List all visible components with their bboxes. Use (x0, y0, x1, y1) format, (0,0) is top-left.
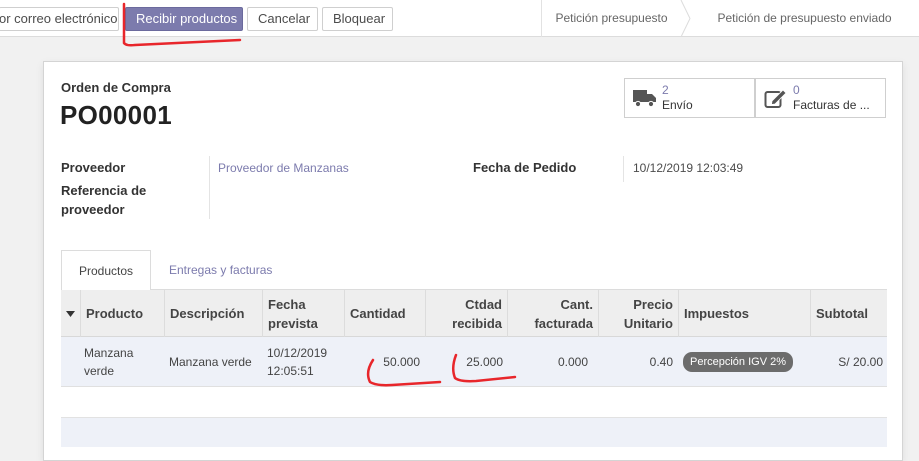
cell-quantity: 50.000 (344, 337, 425, 387)
col-subtotal[interactable]: Subtotal (810, 290, 887, 337)
control-panel: or correo electrónico Recibir productos … (0, 0, 919, 37)
cell-taxes: Percepción IGV 2% (678, 337, 810, 387)
truck-icon (633, 90, 656, 108)
vendor-ref-label-2: proveedor (61, 202, 125, 217)
cell-quantity-text: 50.000 (383, 355, 420, 369)
col-taxes[interactable]: Impuestos (678, 290, 810, 337)
cell-qty-received: 25.000 (425, 337, 507, 387)
col-price-label-2: Unitario (623, 315, 673, 331)
col-date-label-2: prevista (268, 315, 318, 331)
receive-products-button[interactable]: Recibir productos (125, 7, 243, 31)
cell-received-text: 25.000 (466, 355, 503, 369)
field-divider (209, 156, 210, 219)
col-qty-invoiced[interactable]: Cant. facturada (507, 290, 598, 337)
order-lines-header: Producto Descripción Fecha prevista Canti… (61, 290, 887, 337)
status-rfq[interactable]: Petición presupuesto (541, 0, 681, 37)
order-date-value: 10/12/2019 12:03:49 (633, 161, 744, 175)
record-subtitle: Orden de Compra (61, 80, 171, 95)
cell-invoiced-text: 0.000 (557, 355, 588, 369)
cell-scheduled-date: 10/12/2019 12:05:51 (262, 337, 344, 387)
vendor-ref-label: Referencia de (61, 183, 147, 198)
cancel-button[interactable]: Cancelar (247, 7, 318, 31)
record-title: PO00001 (60, 100, 172, 130)
col-received-label-2: recibida (452, 315, 502, 331)
cell-unit-price: 0.40 (598, 337, 678, 387)
vendor-link[interactable]: Proveedor de Manzanas (218, 161, 349, 175)
cell-qty-invoiced: 0.000 (507, 337, 598, 387)
col-product[interactable]: Producto (80, 290, 164, 337)
send-email-button[interactable]: or correo electrónico (0, 7, 119, 31)
sort-arrow-icon[interactable] (61, 290, 80, 337)
empty-row (61, 387, 887, 417)
block-button[interactable]: Bloquear (322, 7, 393, 31)
edit-icon (764, 89, 787, 108)
col-unit-price[interactable]: Precio Unitario (598, 290, 678, 337)
col-invoiced-label-2: facturada (534, 315, 593, 331)
tab-deliveries-invoices[interactable]: Entregas y facturas (159, 250, 282, 290)
shipments-count: 2 (662, 83, 669, 97)
col-quantity-label: Cantidad (350, 306, 406, 321)
col-subtotal-label: Subtotal (816, 306, 868, 321)
order-date-label: Fecha de Pedido (473, 160, 577, 175)
shipments-label: Envío (662, 98, 693, 112)
vendor-bills-smart-button[interactable]: 0 Facturas de ... (755, 78, 886, 118)
cell-subtotal: S/ 20.00 (810, 337, 887, 387)
cell-date-text: 10/12/2019 (267, 346, 328, 360)
shipments-smart-button[interactable]: 2 Envío (624, 78, 755, 118)
cell-price-text: 0.40 (649, 355, 673, 369)
cell-product: Manzana verde (80, 337, 164, 387)
vendor-bills-label: Facturas de ... (793, 98, 870, 112)
cell-description-text: Manzana verde (169, 355, 252, 369)
vendor-bills-count: 0 (793, 83, 800, 97)
col-product-label: Producto (86, 306, 144, 321)
table-row[interactable]: Manzana verde Manzana verde 10/12/2019 12:… (61, 337, 887, 387)
col-description[interactable]: Descripción (164, 290, 262, 337)
cell-product-text: Manzana (84, 346, 134, 360)
empty-row (61, 417, 887, 447)
cell-product-text-2: verde (84, 364, 115, 378)
form-sheet: Orden de Compra PO00001 2 Envío 0 Factur… (43, 61, 903, 461)
col-description-label: Descripción (170, 306, 245, 321)
field-divider (623, 156, 624, 182)
col-scheduled-date[interactable]: Fecha prevista (262, 290, 344, 337)
vendor-label: Proveedor (61, 160, 126, 175)
cell-description: Manzana verde (164, 337, 262, 387)
col-qty-received[interactable]: Ctdad recibida (425, 290, 507, 337)
col-price-label: Precio (633, 296, 673, 312)
col-quantity[interactable]: Cantidad (344, 290, 425, 337)
status-rfq-sent[interactable]: Petición de presupuesto enviado (690, 0, 919, 37)
col-taxes-label: Impuestos (684, 306, 750, 321)
col-received-label: Ctdad (465, 296, 502, 312)
tax-badge: Percepción IGV 2% (683, 352, 793, 372)
col-date-label: Fecha (268, 296, 306, 312)
tab-products[interactable]: Productos (61, 250, 151, 290)
col-invoiced-label: Cant. (560, 296, 594, 312)
cell-subtotal-text: S/ 20.00 (838, 355, 883, 369)
cell-date-text-2: 12:05:51 (267, 364, 314, 378)
